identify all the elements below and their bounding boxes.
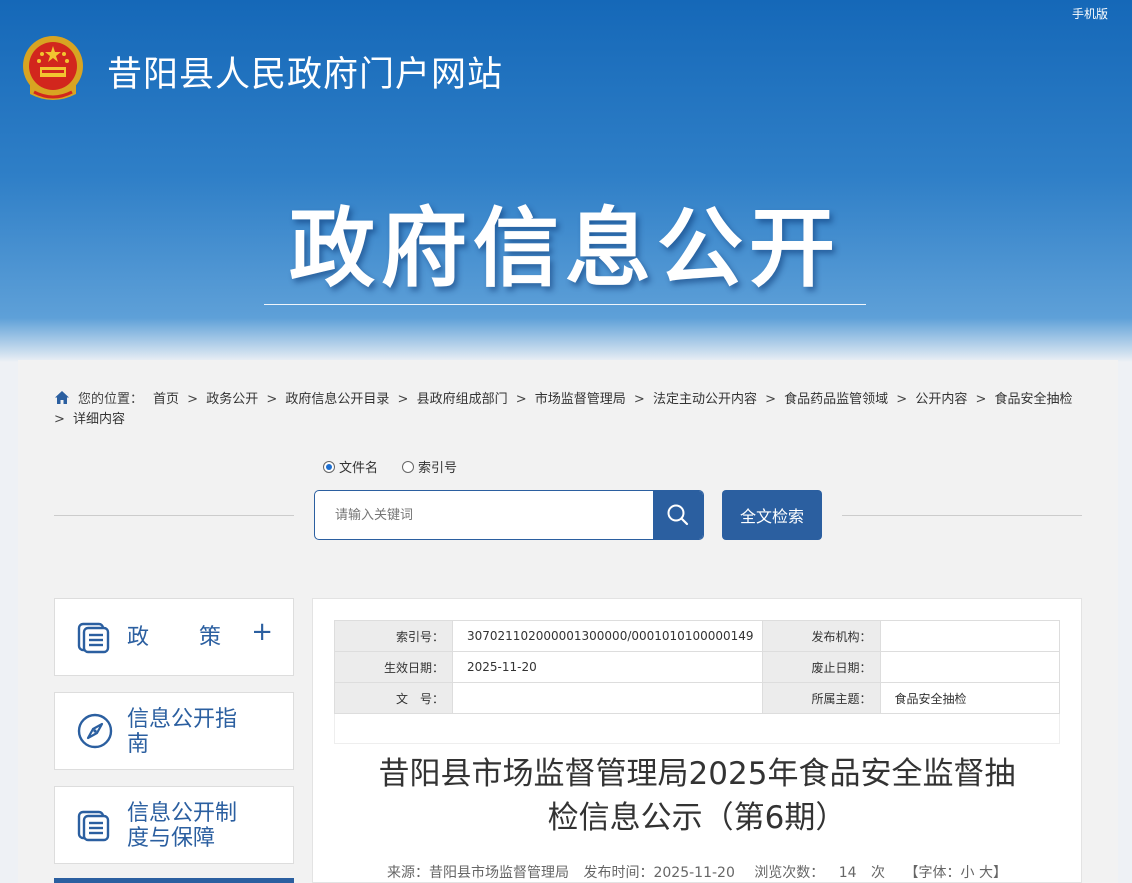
meta-value xyxy=(452,682,763,714)
document-list-icon xyxy=(77,622,110,654)
search-input[interactable] xyxy=(315,491,655,539)
views-unit: 次 xyxy=(871,865,886,881)
search-type-radios: 文件名 索引号 xyxy=(323,457,457,476)
views-label: 浏览次数： xyxy=(754,865,825,881)
radio-label: 索引号 xyxy=(418,461,458,476)
sidebar-item-label: 信息公开指南 xyxy=(127,707,238,757)
compass-icon xyxy=(77,713,113,749)
meta-key: 生效日期： xyxy=(334,651,453,683)
sidebar-item-label: 信息公开制度与保障 xyxy=(127,801,238,851)
site-title[interactable]: 昔阳县人民政府门户网站 xyxy=(107,46,503,97)
meta-table-spacer xyxy=(334,714,1060,744)
divider xyxy=(54,515,294,516)
table-row: 索引号： 307021102000001300000/0001010100000… xyxy=(334,620,1061,652)
article-meta: 来源：昔阳县市场监督管理局 发布时间：2025-11-20 浏览次数： 14 次… xyxy=(352,862,1042,882)
search-button[interactable] xyxy=(653,491,703,539)
sidebar-item-system[interactable]: 信息公开制度与保障 xyxy=(54,786,294,864)
radio-filename[interactable]: 文件名 xyxy=(323,457,378,476)
meta-key: 所属主题： xyxy=(761,682,881,714)
article-title-line: 昔阳县市场监督管理局2025年食品安全监督抽 xyxy=(378,756,1016,792)
meta-value: 2025-11-20 xyxy=(452,651,763,683)
breadcrumb-prefix: 您的位置： xyxy=(78,392,144,407)
meta-value xyxy=(879,620,1061,652)
mobile-version-link[interactable]: 手机版 xyxy=(1072,5,1108,22)
hero-underline xyxy=(264,304,866,305)
breadcrumb-home[interactable]: 首页 xyxy=(153,392,179,407)
breadcrumb-item[interactable]: 公开内容 xyxy=(915,392,967,407)
radio-index-number[interactable]: 索引号 xyxy=(402,457,457,476)
article-views: 浏览次数： 14 次 xyxy=(749,865,890,881)
breadcrumb-item[interactable]: 政务公开 xyxy=(206,392,258,407)
article-publish-time: 发布时间：2025-11-20 xyxy=(583,865,735,881)
sidebar-item-guide[interactable]: 信息公开指南 xyxy=(54,692,294,770)
fulltext-search-button[interactable]: 全文检索 xyxy=(722,490,822,540)
divider xyxy=(842,515,1082,516)
meta-key: 发布机构： xyxy=(761,620,881,652)
font-size-control[interactable]: 【字体：小 大】 xyxy=(905,865,1007,881)
search-icon xyxy=(667,504,689,526)
meta-key: 废止日期： xyxy=(761,651,881,683)
breadcrumb-current: 详细内容 xyxy=(73,412,126,427)
meta-value xyxy=(879,651,1061,683)
document-meta-table: 索引号： 307021102000001300000/0001010100000… xyxy=(334,620,1061,714)
radio-button[interactable] xyxy=(402,460,415,473)
breadcrumb-item[interactable]: 县政府组成部门 xyxy=(417,392,508,407)
sidebar-item-policy[interactable]: 政 策 + xyxy=(54,598,294,676)
document-list-icon xyxy=(77,810,110,842)
hero-title: 政府信息公开 xyxy=(289,199,841,299)
breadcrumb-item[interactable]: 市场监督管理局 xyxy=(535,392,626,407)
breadcrumb: 您的位置： 首页 > 政务公开 > 政府信息公开目录 > 县政府组成部门 > 市场… xyxy=(54,391,1073,427)
breadcrumb-item[interactable]: 食品安全抽检 xyxy=(995,392,1073,407)
national-emblem-icon xyxy=(23,36,83,100)
meta-value: 307021102000001300000/0001010100000149 xyxy=(452,620,763,652)
table-row: 生效日期： 2025-11-20 废止日期： xyxy=(334,651,1061,683)
meta-key: 文 号： xyxy=(334,682,453,714)
article-title-line: 检信息公示（第6期） xyxy=(547,800,847,836)
meta-key: 索引号： xyxy=(334,620,453,652)
meta-value: 食品安全抽检 xyxy=(879,682,1061,714)
radio-label: 文件名 xyxy=(339,461,379,476)
search-box xyxy=(314,490,704,540)
breadcrumb-item[interactable]: 食品药品监管领域 xyxy=(784,392,888,407)
article-source: 来源：昔阳县市场监督管理局 xyxy=(387,865,570,881)
radio-button-checked[interactable] xyxy=(323,460,335,473)
breadcrumb-item[interactable]: 法定主动公开内容 xyxy=(653,392,757,407)
home-icon xyxy=(55,391,69,404)
breadcrumb-item[interactable]: 政府信息公开目录 xyxy=(285,392,389,407)
plus-icon[interactable]: + xyxy=(251,619,273,645)
sidebar-item-next[interactable] xyxy=(54,878,294,883)
article-title: 昔阳县市场监督管理局2025年食品安全监督抽 检信息公示（第6期） xyxy=(352,752,1042,840)
sidebar-item-label: 政 策 xyxy=(127,625,224,650)
views-count: 14 xyxy=(838,865,857,881)
table-row: 文 号： 所属主题： 食品安全抽检 xyxy=(334,682,1061,714)
